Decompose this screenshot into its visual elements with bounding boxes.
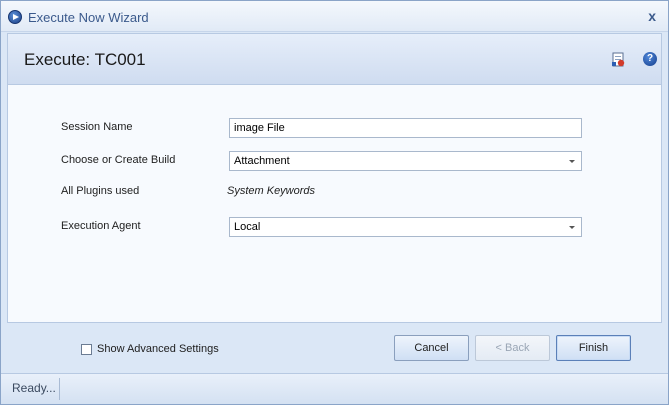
session-name-input[interactable]: image File <box>229 118 582 138</box>
execution-agent-select[interactable]: Local <box>229 217 582 237</box>
chevron-down-icon <box>569 226 575 229</box>
wizard-footer: Show Advanced Settings Cancel < Back Fin… <box>1 323 668 371</box>
window-title: Execute Now Wizard <box>28 10 149 25</box>
wizard-window: Execute Now Wizard x Execute: TC001 ? Se… <box>0 0 669 405</box>
close-icon[interactable]: x <box>648 8 656 24</box>
build-label: Choose or Create Build <box>61 154 176 166</box>
status-text: Ready... <box>12 381 56 395</box>
execution-agent-value: Local <box>234 221 261 233</box>
title-bar[interactable]: Execute Now Wizard x <box>1 1 668 32</box>
cancel-button[interactable]: Cancel <box>394 335 469 361</box>
back-button[interactable]: < Back <box>475 335 550 361</box>
wizard-header: Execute: TC001 ? <box>7 33 662 85</box>
plugins-label: All Plugins used <box>61 185 140 197</box>
finish-button[interactable]: Finish <box>556 335 631 361</box>
chevron-down-icon <box>569 160 575 163</box>
app-play-icon <box>8 10 22 24</box>
plugins-value: System Keywords <box>227 185 316 197</box>
execution-agent-label: Execution Agent <box>61 220 141 232</box>
session-name-label: Session Name <box>61 121 133 133</box>
status-divider <box>59 378 60 400</box>
wizard-content: Session Name image File Choose or Create… <box>7 85 662 323</box>
status-bar: Ready... <box>1 373 668 404</box>
build-select-value: Attachment <box>234 155 290 167</box>
advanced-settings-label[interactable]: Show Advanced Settings <box>97 343 219 355</box>
report-icon[interactable] <box>612 52 626 68</box>
page-title: Execute: TC001 <box>24 50 146 69</box>
advanced-settings-checkbox[interactable] <box>81 344 92 355</box>
help-icon[interactable]: ? <box>643 52 657 66</box>
build-select[interactable]: Attachment <box>229 151 582 171</box>
